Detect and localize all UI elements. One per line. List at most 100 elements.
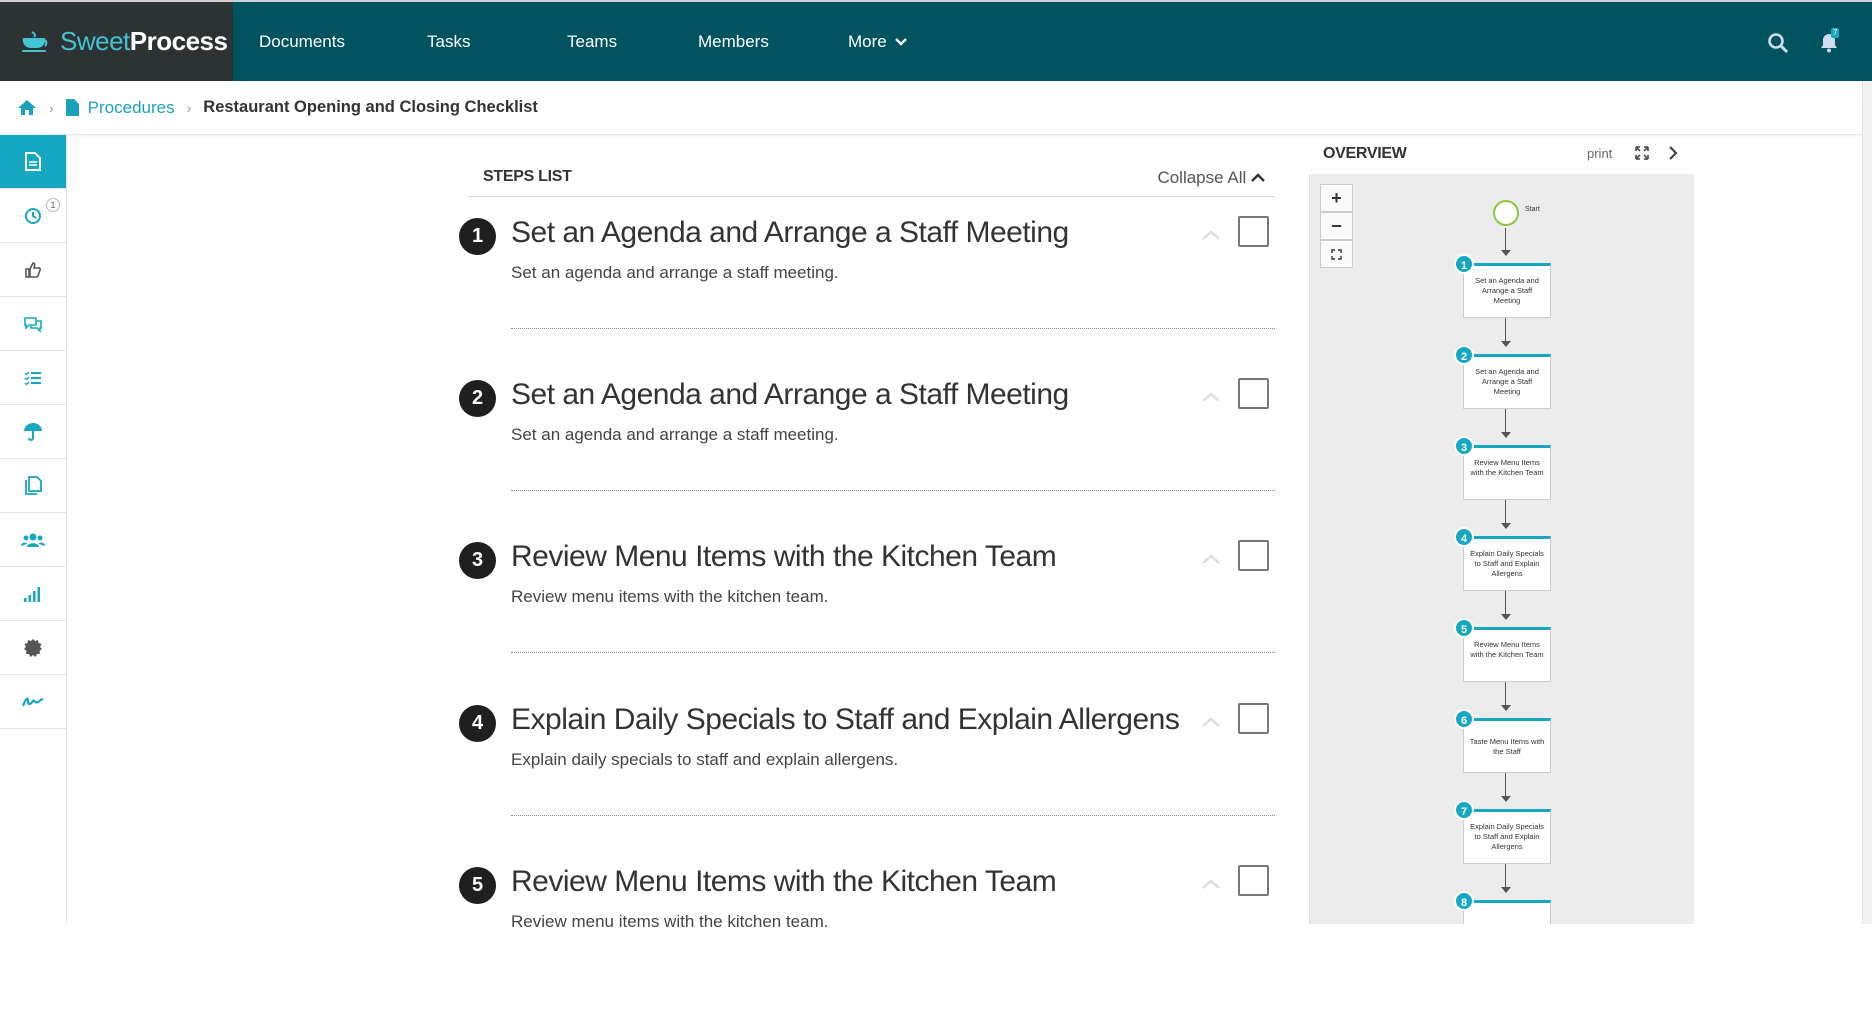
flow-arrowhead	[1501, 887, 1511, 893]
steps-list-title: STEPS LIST	[483, 168, 572, 185]
flow-arrowhead	[1501, 705, 1511, 711]
users-icon	[21, 533, 45, 547]
flow-connector	[1505, 228, 1506, 250]
overview-title: OVERVIEW	[1323, 145, 1407, 162]
page-scrollbar[interactable]	[1862, 81, 1872, 924]
flow-node[interactable]	[1463, 900, 1551, 924]
flow-node[interactable]: Review Menu Items with the Kitchen Team	[1463, 445, 1551, 500]
step-title[interactable]: Set an Agenda and Arrange a Staff Meetin…	[511, 378, 1069, 412]
step-title[interactable]: Review Menu Items with the Kitchen Team	[511, 865, 1057, 899]
chevron-up-icon[interactable]	[1200, 389, 1222, 405]
step-checkbox[interactable]	[1238, 865, 1269, 896]
print-link[interactable]: print	[1587, 146, 1612, 161]
sidebar-item-checklist[interactable]	[0, 351, 66, 405]
chevron-up-icon[interactable]	[1200, 551, 1222, 567]
nav-teams[interactable]: Teams	[567, 2, 617, 81]
step-divider	[511, 815, 1275, 816]
step-checkbox[interactable]	[1238, 216, 1269, 247]
signal-icon	[24, 586, 40, 602]
flow-node[interactable]: Set an Agenda and Arrange a Staff Meetin…	[1463, 354, 1551, 409]
chevron-up-icon[interactable]	[1200, 227, 1222, 243]
step-number: 3	[459, 542, 496, 579]
checklist-icon	[24, 370, 41, 386]
collapse-all-button[interactable]: Collapse All	[1157, 168, 1265, 188]
nav-members[interactable]: Members	[698, 2, 769, 81]
history-badge: 1	[46, 198, 60, 212]
chevron-up-icon[interactable]	[1200, 876, 1222, 892]
sidebar-item-copies[interactable]	[0, 459, 66, 513]
expand-icon[interactable]	[1634, 145, 1650, 161]
zoom-out-button[interactable]: −	[1320, 212, 1353, 240]
flow-connector	[1505, 773, 1506, 796]
comments-icon	[24, 316, 42, 333]
step-checkbox[interactable]	[1238, 378, 1269, 409]
brand-logo[interactable]: Sweet Process	[0, 2, 233, 81]
step-number: 5	[459, 867, 496, 904]
steps-list-header: STEPS LIST Collapse All	[468, 167, 1275, 197]
step-item: 5 Review Menu Items with the Kitchen Tea…	[459, 852, 1275, 1014]
step-description: Set an agenda and arrange a staff meetin…	[511, 263, 839, 282]
umbrella-icon	[24, 422, 42, 441]
flow-node[interactable]: Set an Agenda and Arrange a Staff Meetin…	[1463, 263, 1551, 318]
step-checkbox[interactable]	[1238, 540, 1269, 571]
flow-node-number: 3	[1454, 436, 1474, 456]
step-checkbox[interactable]	[1238, 703, 1269, 734]
top-navbar: Sweet Process Documents Tasks Teams Membe…	[0, 0, 1872, 81]
document-icon	[25, 152, 41, 171]
flow-node-number: 6	[1454, 709, 1474, 729]
teacup-logo-icon	[22, 30, 48, 52]
flow-node[interactable]: Explain Daily Specials to Staff and Expl…	[1463, 536, 1551, 591]
step-title[interactable]: Explain Daily Specials to Staff and Expl…	[511, 703, 1180, 737]
step-title[interactable]: Set an Agenda and Arrange a Staff Meetin…	[511, 216, 1069, 250]
flow-node[interactable]: Explain Daily Specials to Staff and Expl…	[1463, 809, 1551, 864]
step-item: 3 Review Menu Items with the Kitchen Tea…	[459, 527, 1275, 689]
flow-node-number: 7	[1454, 800, 1474, 820]
flow-start-label: Start	[1525, 206, 1540, 213]
search-icon[interactable]	[1767, 32, 1789, 54]
fit-view-button[interactable]	[1320, 240, 1353, 268]
collapse-all-label: Collapse All	[1157, 168, 1247, 187]
chevron-up-icon[interactable]	[1200, 714, 1222, 730]
sidebar-item-signoff[interactable]	[0, 675, 66, 729]
sidebar-item-stats[interactable]	[0, 567, 66, 621]
notification-count-badge: 7	[1831, 28, 1840, 38]
breadcrumb: › Procedures › Restaurant Opening and Cl…	[0, 81, 1872, 135]
step-number: 2	[459, 380, 496, 417]
sidebar-item-document[interactable]	[0, 135, 66, 189]
step-divider	[511, 490, 1275, 491]
chevron-right-icon[interactable]	[1667, 145, 1679, 161]
zoom-in-button[interactable]: +	[1320, 184, 1353, 212]
flow-node[interactable]: Review Menu Items with the Kitchen Team	[1463, 627, 1551, 682]
flow-connector	[1505, 682, 1506, 705]
sidebar-item-approvals[interactable]	[0, 243, 66, 297]
notifications-button[interactable]: 7	[1818, 28, 1840, 54]
step-divider	[511, 328, 1275, 329]
flow-connector	[1505, 591, 1506, 614]
sidebar-item-certification[interactable]	[0, 621, 66, 675]
overview-flowchart[interactable]: + − Start Set an Agenda and Arrange a St…	[1309, 174, 1694, 924]
breadcrumb-procedures-link[interactable]: Procedures	[88, 98, 175, 118]
flow-connector	[1505, 500, 1506, 523]
sidebar-item-policies[interactable]	[0, 405, 66, 459]
flow-start-node	[1493, 200, 1519, 226]
step-number: 1	[459, 218, 496, 255]
step-title[interactable]: Review Menu Items with the Kitchen Team	[511, 540, 1057, 574]
flow-node-number: 2	[1454, 345, 1474, 365]
flow-arrowhead	[1501, 250, 1511, 256]
file-icon	[65, 99, 79, 116]
flow-node[interactable]: Taste Menu Items with the Staff	[1463, 718, 1551, 773]
brand-name-part2: Process	[129, 26, 228, 56]
overview-header: OVERVIEW print	[1308, 137, 1693, 174]
breadcrumb-separator: ›	[186, 99, 192, 116]
nav-tasks[interactable]: Tasks	[427, 2, 470, 81]
flow-node-number: 8	[1454, 891, 1474, 911]
sidebar-item-comments[interactable]	[0, 297, 66, 351]
left-sidebar: 1	[0, 135, 67, 924]
nav-documents[interactable]: Documents	[259, 2, 345, 81]
sidebar-item-history[interactable]: 1	[0, 189, 66, 243]
home-icon[interactable]	[17, 99, 37, 116]
step-item: 2 Set an Agenda and Arrange a Staff Meet…	[459, 365, 1275, 527]
copy-icon	[24, 476, 42, 495]
sidebar-item-team[interactable]	[0, 513, 66, 567]
nav-more[interactable]: More	[848, 2, 908, 81]
